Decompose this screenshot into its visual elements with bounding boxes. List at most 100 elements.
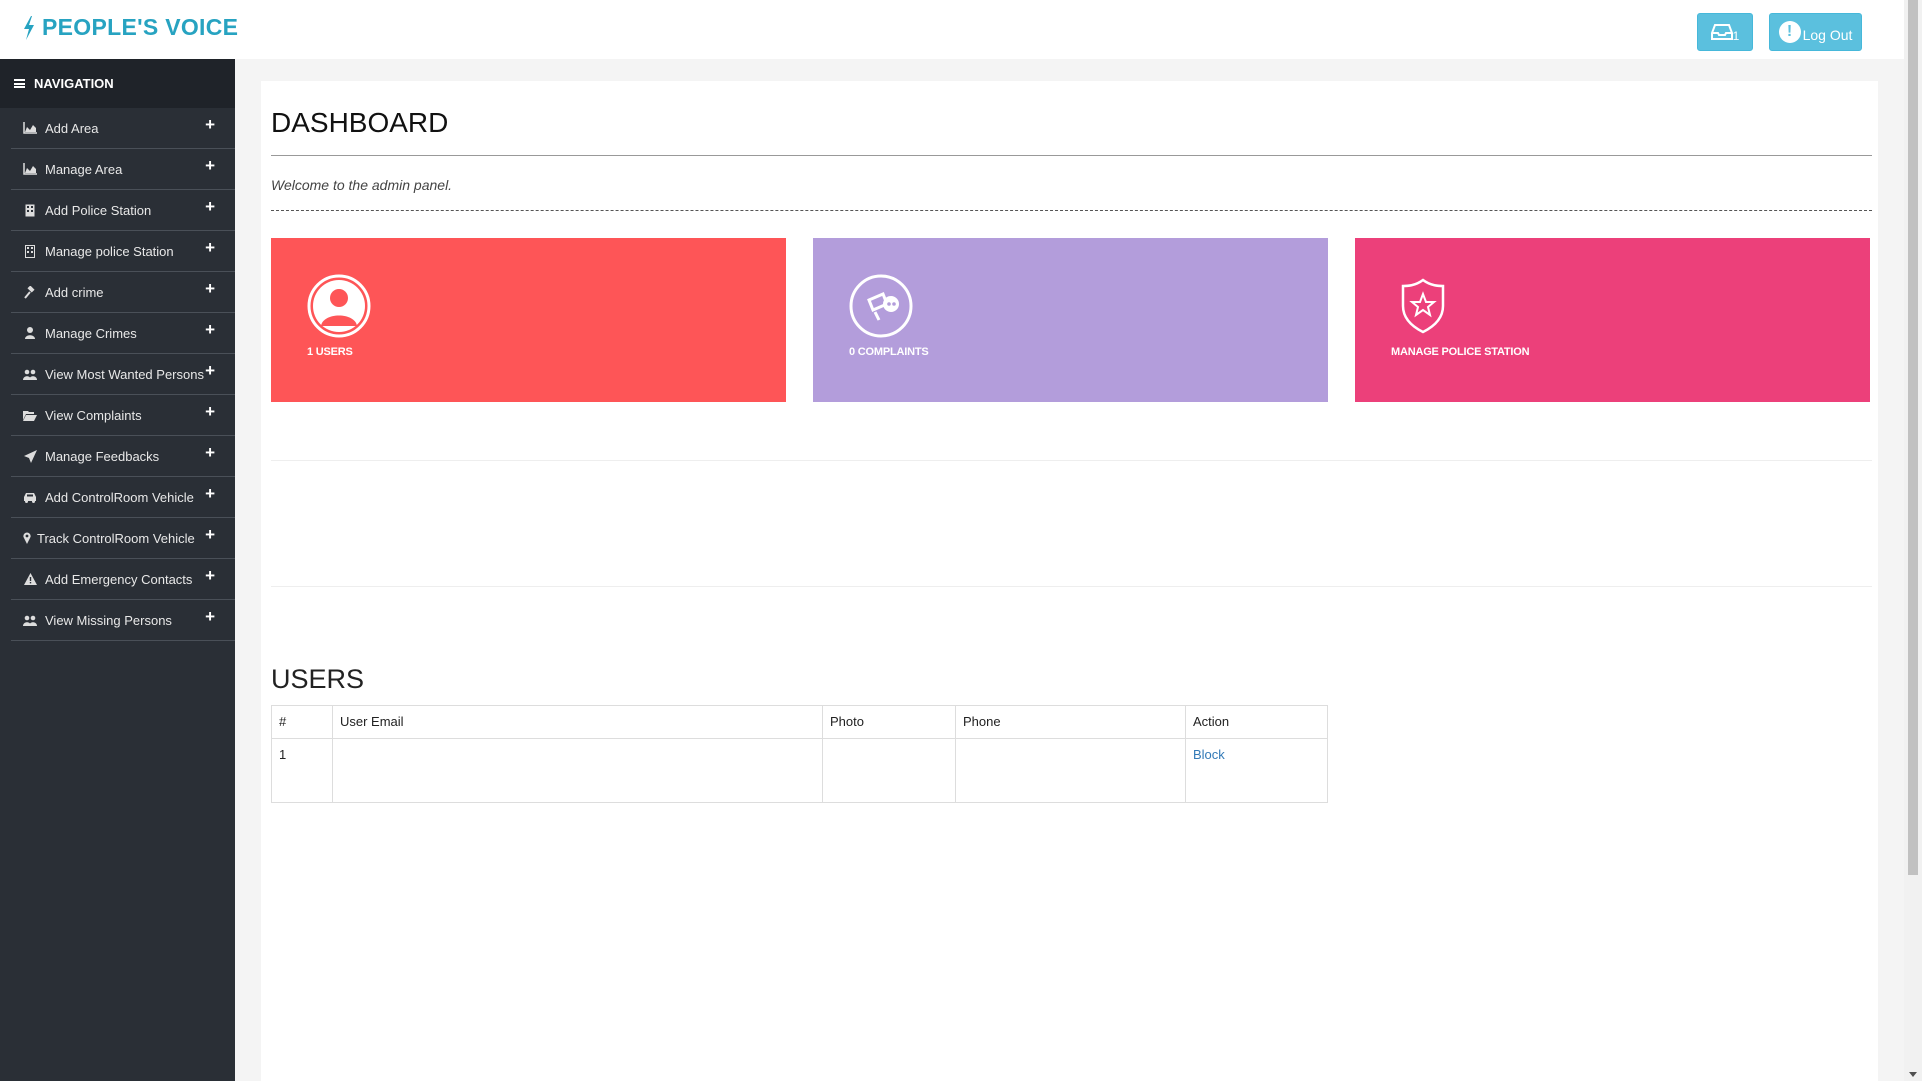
main-panel: DASHBOARD Welcome to the admin panel. 1 …: [261, 81, 1878, 1081]
sidebar-item-label: View Missing Persons: [45, 612, 172, 628]
police-badge-icon: [1401, 278, 1445, 334]
row-action: Block: [1185, 738, 1328, 803]
plus-icon: +: [205, 607, 215, 626]
row-photo: [822, 738, 956, 803]
bolt-icon: [24, 15, 34, 40]
users-table: # User Email Photo Phone Action 1 Block: [271, 705, 1328, 803]
section-divider: [271, 460, 1872, 461]
area-chart-icon: [23, 162, 37, 176]
plus-icon: +: [205, 484, 215, 503]
users-section-title: USERS: [271, 664, 365, 694]
plus-icon: +: [205, 566, 215, 585]
sidebar-item-track-controlroom-vehicle[interactable]: Track ControlRoom Vehicle +: [11, 518, 235, 559]
page-title: DASHBOARD: [271, 107, 449, 138]
column-header-index: #: [271, 705, 333, 739]
sidebar-item-label: Add ControlRoom Vehicle: [45, 489, 194, 505]
police-station-card[interactable]: MANAGE POLICE STATION: [1355, 238, 1870, 402]
sidebar-item-add-emergency-contacts[interactable]: Add Emergency Contacts +: [11, 559, 235, 600]
block-user-link[interactable]: Block: [1193, 747, 1225, 762]
complaints-card[interactable]: 0 COMPLAINTS: [813, 238, 1328, 402]
sidebar-item-label: Manage Feedbacks: [45, 448, 160, 464]
users-card[interactable]: 1 USERS: [271, 238, 786, 402]
sidebar-item-add-area[interactable]: Add Area +: [11, 108, 235, 149]
sidebar-item-label: Add Area: [45, 120, 99, 136]
hamburger-icon: [14, 79, 25, 88]
brand-title: PEOPLE'S VOICE: [42, 14, 239, 40]
column-header-action: Action: [1185, 705, 1328, 739]
inbox-button[interactable]: 1: [1697, 13, 1753, 51]
exclamation-icon: !: [1778, 21, 1801, 43]
sidebar-item-add-crime[interactable]: Add crime +: [11, 272, 235, 313]
police-station-card-label: MANAGE POLICE STATION: [1391, 346, 1530, 358]
column-header-phone: Phone: [955, 705, 1186, 739]
inbox-count: 1: [1732, 29, 1740, 43]
sidebar-item-manage-police-station[interactable]: Manage police Station +: [11, 231, 235, 272]
welcome-divider: [271, 210, 1872, 211]
table-header-row: # User Email Photo Phone Action: [271, 705, 1328, 739]
scrollbar-thumb[interactable]: [1908, 0, 1918, 875]
sidebar-item-add-police-station[interactable]: Add Police Station +: [11, 190, 235, 231]
plus-icon: +: [205, 197, 215, 216]
row-email: [332, 738, 823, 803]
warning-icon: [23, 572, 37, 586]
user-circle-icon: [307, 274, 371, 338]
user-icon: [23, 326, 37, 340]
logout-label: Log Out: [1802, 27, 1853, 43]
plus-icon: +: [205, 238, 215, 257]
sidebar-item-label: Add crime: [45, 284, 104, 300]
sidebar-item-label: Manage Crimes: [45, 325, 137, 341]
title-divider: [271, 155, 1872, 156]
table-row: 1 Block: [271, 738, 1328, 803]
sidebar-item-manage-crimes[interactable]: Manage Crimes +: [11, 313, 235, 354]
brand-logo[interactable]: PEOPLE'S VOICE: [22, 14, 238, 41]
row-phone: [955, 738, 1186, 803]
building-icon: [23, 203, 37, 217]
sidebar-item-view-most-wanted-persons[interactable]: View Most Wanted Persons +: [11, 354, 235, 395]
complaint-icon: [849, 274, 913, 338]
top-bar: PEOPLE'S VOICE 1 ! Log Out: [0, 0, 1904, 59]
sidebar-item-manage-area[interactable]: Manage Area +: [11, 149, 235, 190]
navigation-heading-label: NAVIGATION: [34, 76, 114, 91]
sidebar: NAVIGATION Add Area + Manage Area + Add …: [0, 59, 235, 1081]
navigation-heading[interactable]: NAVIGATION: [0, 59, 235, 108]
sidebar-item-manage-feedbacks[interactable]: Manage Feedbacks +: [11, 436, 235, 477]
plus-icon: +: [205, 361, 215, 380]
paper-plane-icon: [23, 449, 37, 463]
folder-open-icon: [23, 408, 37, 422]
complaints-card-label: 0 COMPLAINTS: [849, 346, 929, 358]
building-icon: [23, 244, 37, 258]
row-index: 1: [271, 738, 333, 803]
map-marker-icon: [23, 531, 31, 545]
users-icon: [23, 367, 37, 381]
sidebar-item-label: Add Emergency Contacts: [45, 571, 193, 587]
users-icon: [23, 613, 37, 627]
page-scrollbar[interactable]: [1904, 0, 1922, 1081]
sidebar-item-label: Manage police Station: [45, 243, 174, 259]
sidebar-item-label: Add Police Station: [45, 202, 152, 218]
users-card-label: 1 USERS: [307, 346, 353, 358]
plus-icon: +: [205, 443, 215, 462]
column-header-photo: Photo: [822, 705, 956, 739]
sidebar-item-label: Manage Area: [45, 161, 123, 177]
sidebar-item-view-complaints[interactable]: View Complaints +: [11, 395, 235, 436]
plus-icon: +: [205, 115, 215, 134]
plus-icon: +: [205, 402, 215, 421]
logout-button[interactable]: ! Log Out: [1769, 13, 1862, 51]
sidebar-item-label: Track ControlRoom Vehicle: [37, 530, 195, 546]
plus-icon: +: [205, 320, 215, 339]
scroll-down-icon[interactable]: [1909, 1072, 1917, 1077]
area-chart-icon: [23, 121, 37, 135]
plus-icon: +: [205, 156, 215, 175]
sidebar-item-label: View Most Wanted Persons: [45, 366, 204, 382]
plus-icon: +: [205, 525, 215, 544]
inbox-icon: [1710, 24, 1733, 40]
sidebar-item-view-missing-persons[interactable]: View Missing Persons +: [11, 600, 235, 641]
gavel-icon: [23, 285, 37, 299]
sidebar-item-add-controlroom-vehicle[interactable]: Add ControlRoom Vehicle +: [11, 477, 235, 518]
sidebar-item-label: View Complaints: [45, 407, 142, 423]
column-header-email: User Email: [332, 705, 823, 739]
welcome-text: Welcome to the admin panel.: [271, 177, 453, 193]
car-icon: [23, 490, 37, 504]
plus-icon: +: [205, 279, 215, 298]
section-divider: [271, 586, 1872, 587]
